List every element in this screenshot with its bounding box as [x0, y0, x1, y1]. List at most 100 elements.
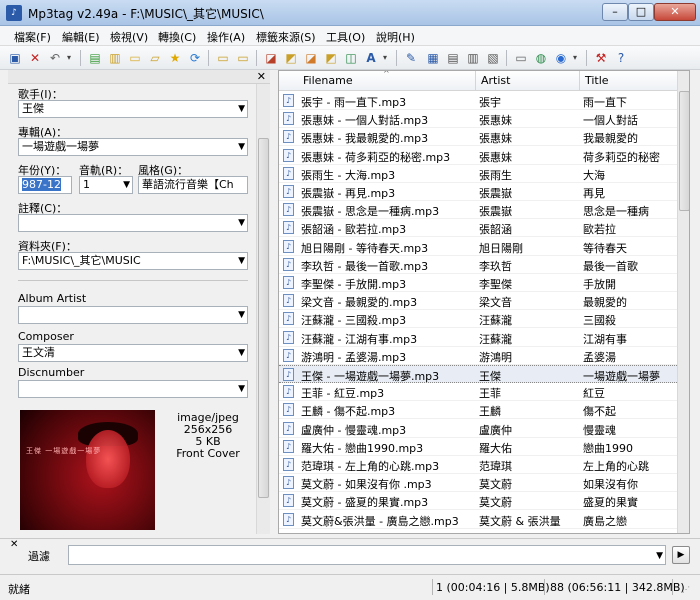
options-icon[interactable]: ⚒ — [592, 49, 610, 67]
menu-edit[interactable]: 編輯(E) — [62, 29, 100, 45]
cell-artist: 王傑 — [479, 370, 501, 383]
year-field[interactable]: 987-12 — [18, 176, 72, 194]
album-value: 一場遊戲一場夢 — [22, 140, 99, 153]
print-icon[interactable]: ▭ — [512, 49, 530, 67]
table-row[interactable]: ♪ 張惠妹 - 我最親愛的.mp3 張惠妹 我最親愛的 — [279, 128, 679, 147]
remove-tag-icon[interactable]: ✕ — [26, 49, 44, 67]
table-row[interactable]: ♪ 汪蘇瀧 - 江湖有事.mp3 汪蘇瀧 江湖有事 — [279, 329, 679, 347]
resize-grip-icon[interactable]: ⋰ — [682, 585, 690, 594]
chevron-down-icon[interactable]: ▼ — [238, 345, 245, 361]
table-row[interactable]: ♪ 盧廣仲 - 慢靈魂.mp3 盧廣仲 慢靈魂 — [279, 420, 679, 438]
edit-icon[interactable]: ✎ — [402, 49, 420, 67]
table-row[interactable]: ♪ 張雨生 - 大海.mp3 張雨生 大海 — [279, 165, 679, 183]
menu-tag-sources[interactable]: 標籤來源(S) — [256, 29, 316, 45]
menu-view[interactable]: 檢視(V) — [110, 29, 148, 45]
column-artist[interactable]: Artist — [481, 74, 510, 87]
table-row[interactable]: ♪ 李聖傑 - 手放開.mp3 李聖傑 手放開 — [279, 274, 679, 292]
case-conversion-icon[interactable]: A — [362, 49, 380, 67]
table-row[interactable]: ♪ 張宇 - 雨一直下.mp3 張宇 雨一直下 — [279, 92, 679, 110]
chevron-down-icon[interactable]: ▼ — [123, 177, 130, 193]
table-row[interactable]: ♪ 范瑋琪 - 左上角的心跳.mp3 范瑋琪 左上角的心跳 — [279, 456, 679, 474]
album-field[interactable]: 一場遊戲一場夢 ▼ — [18, 138, 248, 156]
table-row[interactable]: ♪ 梁文音 - 最親愛的.mp3 梁文音 最親愛的 — [279, 292, 679, 311]
album-artist-field[interactable]: ▼ — [18, 306, 248, 324]
autonumber-icon[interactable]: ◫ — [342, 49, 360, 67]
freedb-icon[interactable]: ◉ — [552, 49, 570, 67]
add-directory-icon[interactable]: ▥ — [106, 49, 124, 67]
track-field[interactable]: 1 ▼ — [79, 176, 133, 194]
column-title[interactable]: Title — [585, 74, 609, 87]
table-row[interactable]: ♪ 游鴻明 - 孟婆湯.mp3 游鴻明 孟婆湯 — [279, 347, 679, 365]
menu-help[interactable]: 說明(H) — [376, 29, 415, 45]
table-row[interactable]: ♪ 旭日陽剛 - 等待春天.mp3 旭日陽剛 等待春天 — [279, 238, 679, 256]
tag-panel-scrollbar[interactable] — [256, 84, 270, 534]
change-directory-icon[interactable]: ▤ — [86, 49, 104, 67]
tag-panel-icon[interactable]: ▦ — [424, 49, 442, 67]
table-row[interactable]: ♪ 莫文蔚 - 盛夏的果實.mp3 莫文蔚 盛夏的果實 — [279, 492, 679, 511]
album-cover[interactable]: 王傑 一場遊戲一場夢 — [20, 410, 155, 530]
textfile-tag-icon[interactable]: ◩ — [322, 49, 340, 67]
case-dropdown-icon[interactable]: ▾ — [380, 49, 390, 67]
menu-tools[interactable]: 工具(O) — [326, 29, 365, 45]
file-list-scrollbar[interactable] — [677, 71, 689, 533]
undo-dropdown-icon[interactable]: ▾ — [64, 49, 74, 67]
close-button[interactable]: ✕ — [654, 3, 696, 21]
open-folder-icon[interactable]: ▱ — [146, 49, 164, 67]
artist-field[interactable]: 王傑 ▼ — [18, 100, 248, 118]
scrollbar-thumb[interactable] — [679, 91, 689, 211]
chevron-down-icon[interactable]: ▼ — [238, 139, 245, 155]
table-row[interactable]: ♪ 張韶涵 - 歐若拉.mp3 張韶涵 歐若拉 — [279, 219, 679, 238]
table-row[interactable]: ♪ 王麟 - 傷不起.mp3 王麟 傷不起 — [279, 401, 679, 420]
cell-artist: 莫文蔚 — [479, 496, 512, 510]
export-folder-icon[interactable]: ▭ — [214, 49, 232, 67]
table-row[interactable]: ♪ 李玖哲 - 最後一首歌.mp3 李玖哲 最後一首歌 — [279, 256, 679, 274]
discnumber-field[interactable]: ▼ — [18, 380, 248, 398]
folder-field[interactable]: F:\MUSIC\_其它\MUSIC ▼ — [18, 252, 248, 270]
rename-icon[interactable]: ◪ — [302, 49, 320, 67]
maximize-button[interactable]: □ — [628, 3, 654, 21]
favorites-star-icon[interactable]: ★ — [166, 49, 184, 67]
table-row[interactable]: ♪ 莫文蔚&張洪量 - 廣島之戀.mp3 莫文蔚 & 張洪量 廣島之戀 — [279, 511, 679, 529]
source-dropdown-icon[interactable]: ▾ — [570, 49, 580, 67]
web-source-icon[interactable]: ◍ — [532, 49, 550, 67]
menu-file[interactable]: 檔案(F) — [14, 29, 51, 45]
chevron-down-icon[interactable]: ▼ — [238, 381, 245, 397]
menu-actions[interactable]: 操作(A) — [207, 29, 245, 45]
table-row[interactable]: ♪ 張惠妹 - 荷多莉亞的秘密.mp3 張惠妹 荷多莉亞的秘密 — [279, 147, 679, 165]
list-icon[interactable]: ▥ — [464, 49, 482, 67]
play-filter-icon[interactable]: ▶ — [672, 546, 690, 564]
table-row[interactable]: ♪ 莫文蔚 - 如果沒有你 .mp3 莫文蔚 如果沒有你 — [279, 474, 679, 493]
column-filename[interactable]: Filename — [303, 74, 353, 87]
menu-convert[interactable]: 轉換(C) — [158, 29, 196, 45]
numbering-icon[interactable]: ▧ — [484, 49, 502, 67]
help-icon[interactable]: ? — [612, 49, 630, 67]
genre-field[interactable]: 華語流行音樂【Ch — [138, 176, 248, 194]
table-row[interactable]: ♪ 張惠妹 - 一個人對話.mp3 張惠妹 一個人對話 — [279, 110, 679, 129]
refresh-icon[interactable]: ⟳ — [186, 49, 204, 67]
close-filter-icon[interactable]: ✕ — [10, 539, 18, 550]
playlist-folder-icon[interactable]: ▭ — [234, 49, 252, 67]
extended-tags-icon[interactable]: ▤ — [444, 49, 462, 67]
filename-tag-icon[interactable]: ◩ — [282, 49, 300, 67]
save-icon[interactable]: ▣ — [6, 49, 24, 67]
minimize-button[interactable]: – — [602, 3, 628, 21]
close-panel-icon[interactable]: ✕ — [257, 70, 266, 83]
table-row[interactable]: ♪ 王傑 - 一場遊戲一場夢.mp3 王傑 一場遊戲一場夢 — [279, 365, 679, 383]
comment-field[interactable]: ▼ — [18, 214, 248, 232]
chevron-down-icon[interactable]: ▼ — [656, 548, 663, 564]
chevron-down-icon[interactable]: ▼ — [238, 307, 245, 323]
chevron-down-icon[interactable]: ▼ — [238, 101, 245, 117]
table-row[interactable]: ♪ 羅大佑 - 戀曲1990.mp3 羅大佑 戀曲1990 — [279, 438, 679, 456]
filter-input[interactable]: ▼ — [68, 545, 666, 565]
table-row[interactable]: ♪ 張震嶽 - 再見.mp3 張震嶽 再見 — [279, 183, 679, 201]
undo-icon[interactable]: ↶ — [46, 49, 64, 67]
tag-filename-icon[interactable]: ◪ — [262, 49, 280, 67]
chevron-down-icon[interactable]: ▼ — [238, 215, 245, 231]
table-row[interactable]: ♪ 王菲 - 紅豆.mp3 王菲 紅豆 — [279, 383, 679, 402]
composer-field[interactable]: 王文清 ▼ — [18, 344, 248, 362]
table-row[interactable]: ♪ 汪蘇瀧 - 三國殺.mp3 汪蘇瀧 三國殺 — [279, 310, 679, 329]
chevron-down-icon[interactable]: ▼ — [238, 253, 245, 269]
scrollbar-thumb[interactable] — [258, 138, 269, 498]
folder-icon[interactable]: ▭ — [126, 49, 144, 67]
table-row[interactable]: ♪ 張震嶽 - 思念是一種病.mp3 張震嶽 思念是一種病 — [279, 201, 679, 220]
